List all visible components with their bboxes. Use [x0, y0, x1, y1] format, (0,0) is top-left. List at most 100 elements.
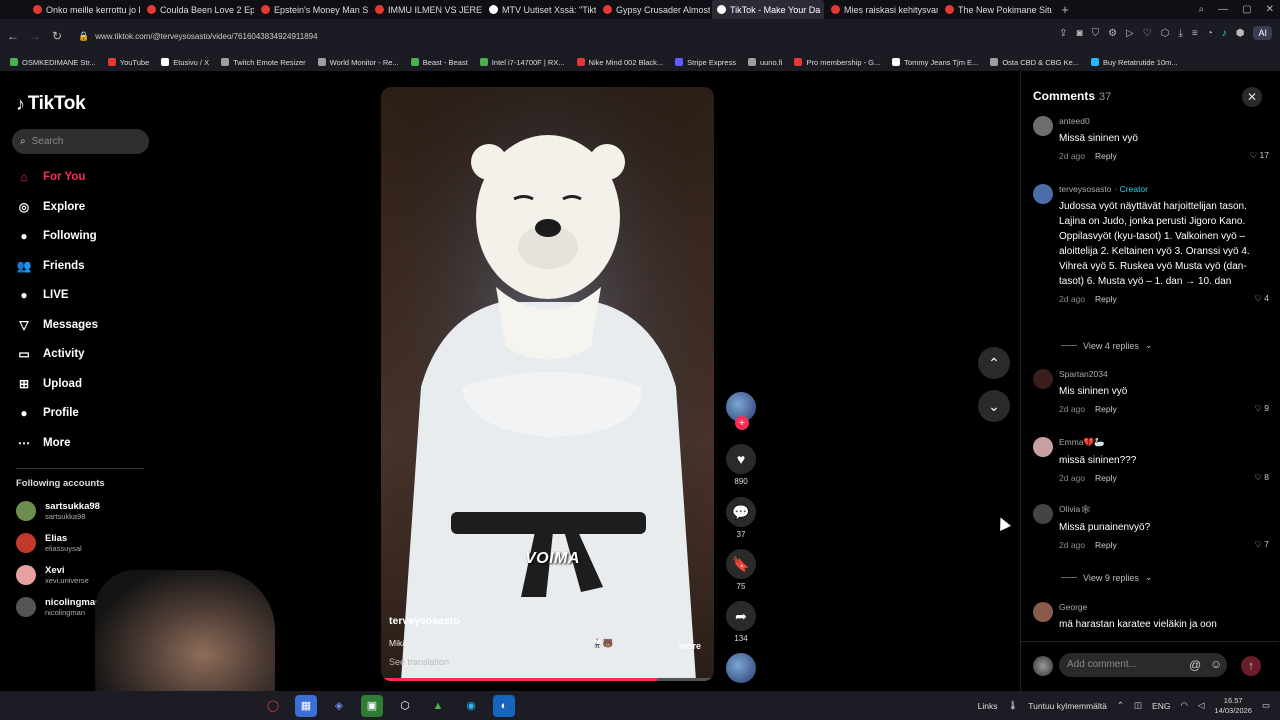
- music-disc-button[interactable]: [724, 653, 758, 683]
- comment-user[interactable]: Spartan2034: [1059, 369, 1269, 379]
- shield-icon[interactable]: ⛉: [1092, 28, 1100, 39]
- reply-button[interactable]: Reply: [1095, 404, 1117, 414]
- tiktok-ext-icon[interactable]: ♪: [1222, 28, 1227, 39]
- like-button[interactable]: ♥ 890: [724, 444, 758, 486]
- terminal-icon[interactable]: ▣: [361, 694, 383, 717]
- video-player[interactable]: VOIMA terveysosasto Mikä näistä eläimist…: [381, 87, 714, 681]
- sidebar-item-more[interactable]: ⋯ More: [16, 435, 70, 451]
- view-replies-button[interactable]: View 9 replies ⌄: [1061, 572, 1152, 583]
- sidebar-item-for-you[interactable]: ⌂ For You: [16, 169, 85, 185]
- heart-icon[interactable]: ♡: [1143, 28, 1152, 39]
- play-icon[interactable]: ▷: [1126, 28, 1134, 39]
- previous-video-button[interactable]: ⌃: [978, 347, 1010, 379]
- comment-user[interactable]: anteed0: [1059, 116, 1269, 126]
- bookmark-item[interactable]: Pro membership - G...: [788, 58, 886, 67]
- comment-like-button[interactable]: ♡ 7: [1254, 539, 1269, 550]
- comment-like-button[interactable]: ♡ 8: [1254, 472, 1269, 483]
- bookmark-item[interactable]: OSMKEDIMANE Str...: [4, 58, 102, 67]
- network-icon[interactable]: ◫: [1134, 700, 1142, 711]
- menu-icon[interactable]: ≡: [1192, 28, 1198, 39]
- tray-expand-icon[interactable]: ⌃: [1117, 700, 1124, 711]
- cube-icon[interactable]: ⬡: [1161, 28, 1170, 39]
- game-icon[interactable]: ▲: [427, 695, 449, 717]
- bookmark-item[interactable]: Stripe Express: [669, 58, 742, 67]
- following-account[interactable]: sartsukka98 sartsukka98: [16, 501, 100, 521]
- sidebar-item-live[interactable]: ● LIVE: [16, 287, 68, 303]
- links-label[interactable]: Links: [978, 701, 998, 711]
- discord-icon[interactable]: ◈: [328, 695, 350, 717]
- comment-user[interactable]: Olivia🕸: [1059, 504, 1269, 515]
- avatar[interactable]: [1033, 116, 1053, 136]
- camera-icon[interactable]: ◙: [1077, 28, 1083, 39]
- back-icon[interactable]: ←: [2, 29, 24, 43]
- browser-tab[interactable]: Mies raiskasi kehitysvamm: [826, 0, 938, 19]
- app-icon[interactable]: ▦: [295, 694, 317, 717]
- see-translation-link[interactable]: See translation: [389, 657, 699, 667]
- bookmark-item[interactable]: Osta CBD & CBG Ke...: [984, 58, 1085, 67]
- next-video-button[interactable]: ⌄: [978, 390, 1010, 422]
- browser-tab[interactable]: Epstein's Money Man Spi: [256, 0, 368, 19]
- avatar[interactable]: [1033, 369, 1053, 389]
- follow-plus-icon[interactable]: +: [735, 416, 749, 430]
- video-progress-bar[interactable]: [381, 678, 714, 681]
- browser-tab[interactable]: IMMU ILMEN VS JERE KAI: [370, 0, 482, 19]
- profile-icon[interactable]: ◔: [1207, 28, 1213, 39]
- download-icon[interactable]: ⤓: [1178, 28, 1182, 39]
- sidebar-item-following[interactable]: ● Following: [16, 228, 96, 244]
- volume-icon[interactable]: ◁: [1198, 700, 1205, 711]
- opera-icon[interactable]: ◯: [262, 695, 284, 717]
- forward-icon[interactable]: →: [24, 29, 46, 43]
- mention-icon[interactable]: @: [1189, 658, 1201, 672]
- minimize-icon[interactable]: —: [1218, 4, 1228, 15]
- comment-user[interactable]: terveysosasto · Creator: [1059, 184, 1269, 194]
- extensions-icon[interactable]: ⚙: [1108, 28, 1117, 39]
- browser-tab[interactable]: Gypsy Crusader Almost P: [598, 0, 710, 19]
- url-field[interactable]: 🔒 www.tiktok.com/@terveysosasto/video/76…: [78, 26, 998, 46]
- following-account[interactable]: Elias eliassuysal: [16, 533, 82, 553]
- bookmark-item[interactable]: YouTube: [102, 58, 155, 67]
- bookmark-item[interactable]: World Monitor - Re...: [312, 58, 405, 67]
- comment-button[interactable]: 💬 37: [724, 497, 758, 539]
- search-input[interactable]: ⌕ Search: [12, 129, 149, 154]
- view-replies-button[interactable]: View 4 replies ⌄: [1061, 340, 1152, 351]
- save-button[interactable]: 🔖 75: [724, 549, 758, 591]
- bookmark-item[interactable]: Etusivu / X: [155, 58, 215, 67]
- edge-icon[interactable]: ◉: [460, 695, 482, 717]
- bookmark-item[interactable]: Buy Retatrutide 10m...: [1085, 58, 1184, 67]
- avatar[interactable]: [1033, 184, 1053, 204]
- bookmark-item[interactable]: Nike Mind 002 Black...: [571, 58, 670, 67]
- search-tabs-icon[interactable]: ⌕: [1199, 4, 1205, 15]
- close-window-icon[interactable]: ✕: [1266, 4, 1274, 15]
- ai-button[interactable]: AI: [1253, 26, 1272, 40]
- share-button[interactable]: ➦ 134: [724, 601, 758, 643]
- reply-button[interactable]: Reply: [1095, 294, 1117, 304]
- more-link[interactable]: more: [679, 641, 701, 651]
- following-account[interactable]: nicolingman nicolingman: [16, 597, 101, 617]
- lang-indicator[interactable]: ENG: [1152, 701, 1170, 711]
- sidebar-item-activity[interactable]: ▭ Activity: [16, 346, 84, 362]
- bookmark-item[interactable]: Tommy Jeans Tjm E...: [886, 58, 984, 67]
- following-account[interactable]: Xevi xevi.universe: [16, 565, 89, 585]
- browser-tab[interactable]: TikTok - Make Your Da: [712, 0, 824, 19]
- comment-like-button[interactable]: ♡ 17: [1250, 150, 1269, 161]
- weather-text[interactable]: Tuntuu kylmemmältä: [1028, 701, 1107, 711]
- sidebar-item-profile[interactable]: ● Profile: [16, 405, 78, 421]
- comment-user[interactable]: Emma💔🦢: [1059, 437, 1269, 448]
- maximize-icon[interactable]: ▢: [1242, 4, 1251, 15]
- avatar[interactable]: [1033, 504, 1053, 524]
- reply-button[interactable]: Reply: [1095, 473, 1117, 483]
- bookmark-item[interactable]: Intel i7-14700F | RX...: [474, 58, 571, 67]
- comment-like-button[interactable]: ♡ 9: [1254, 403, 1269, 414]
- comment-user[interactable]: George: [1059, 602, 1269, 612]
- browser-tab[interactable]: Onko meille kerrottu jo ka: [28, 0, 140, 19]
- reload-icon[interactable]: ↻: [46, 29, 68, 43]
- emoji-icon[interactable]: ☺: [1210, 657, 1222, 671]
- reply-button[interactable]: Reply: [1095, 540, 1117, 550]
- browser-tab[interactable]: The New Pokimane Situat: [940, 0, 1052, 19]
- steam-icon[interactable]: ◐: [493, 694, 515, 717]
- bookmark-item[interactable]: uuno.fi: [742, 58, 789, 67]
- avatar[interactable]: [1033, 437, 1053, 457]
- bookmark-item[interactable]: Twitch Emote Resizer: [215, 58, 312, 67]
- comment-input[interactable]: Add comment...: [1059, 653, 1227, 677]
- sidebar-item-explore[interactable]: ◎ Explore: [16, 199, 85, 215]
